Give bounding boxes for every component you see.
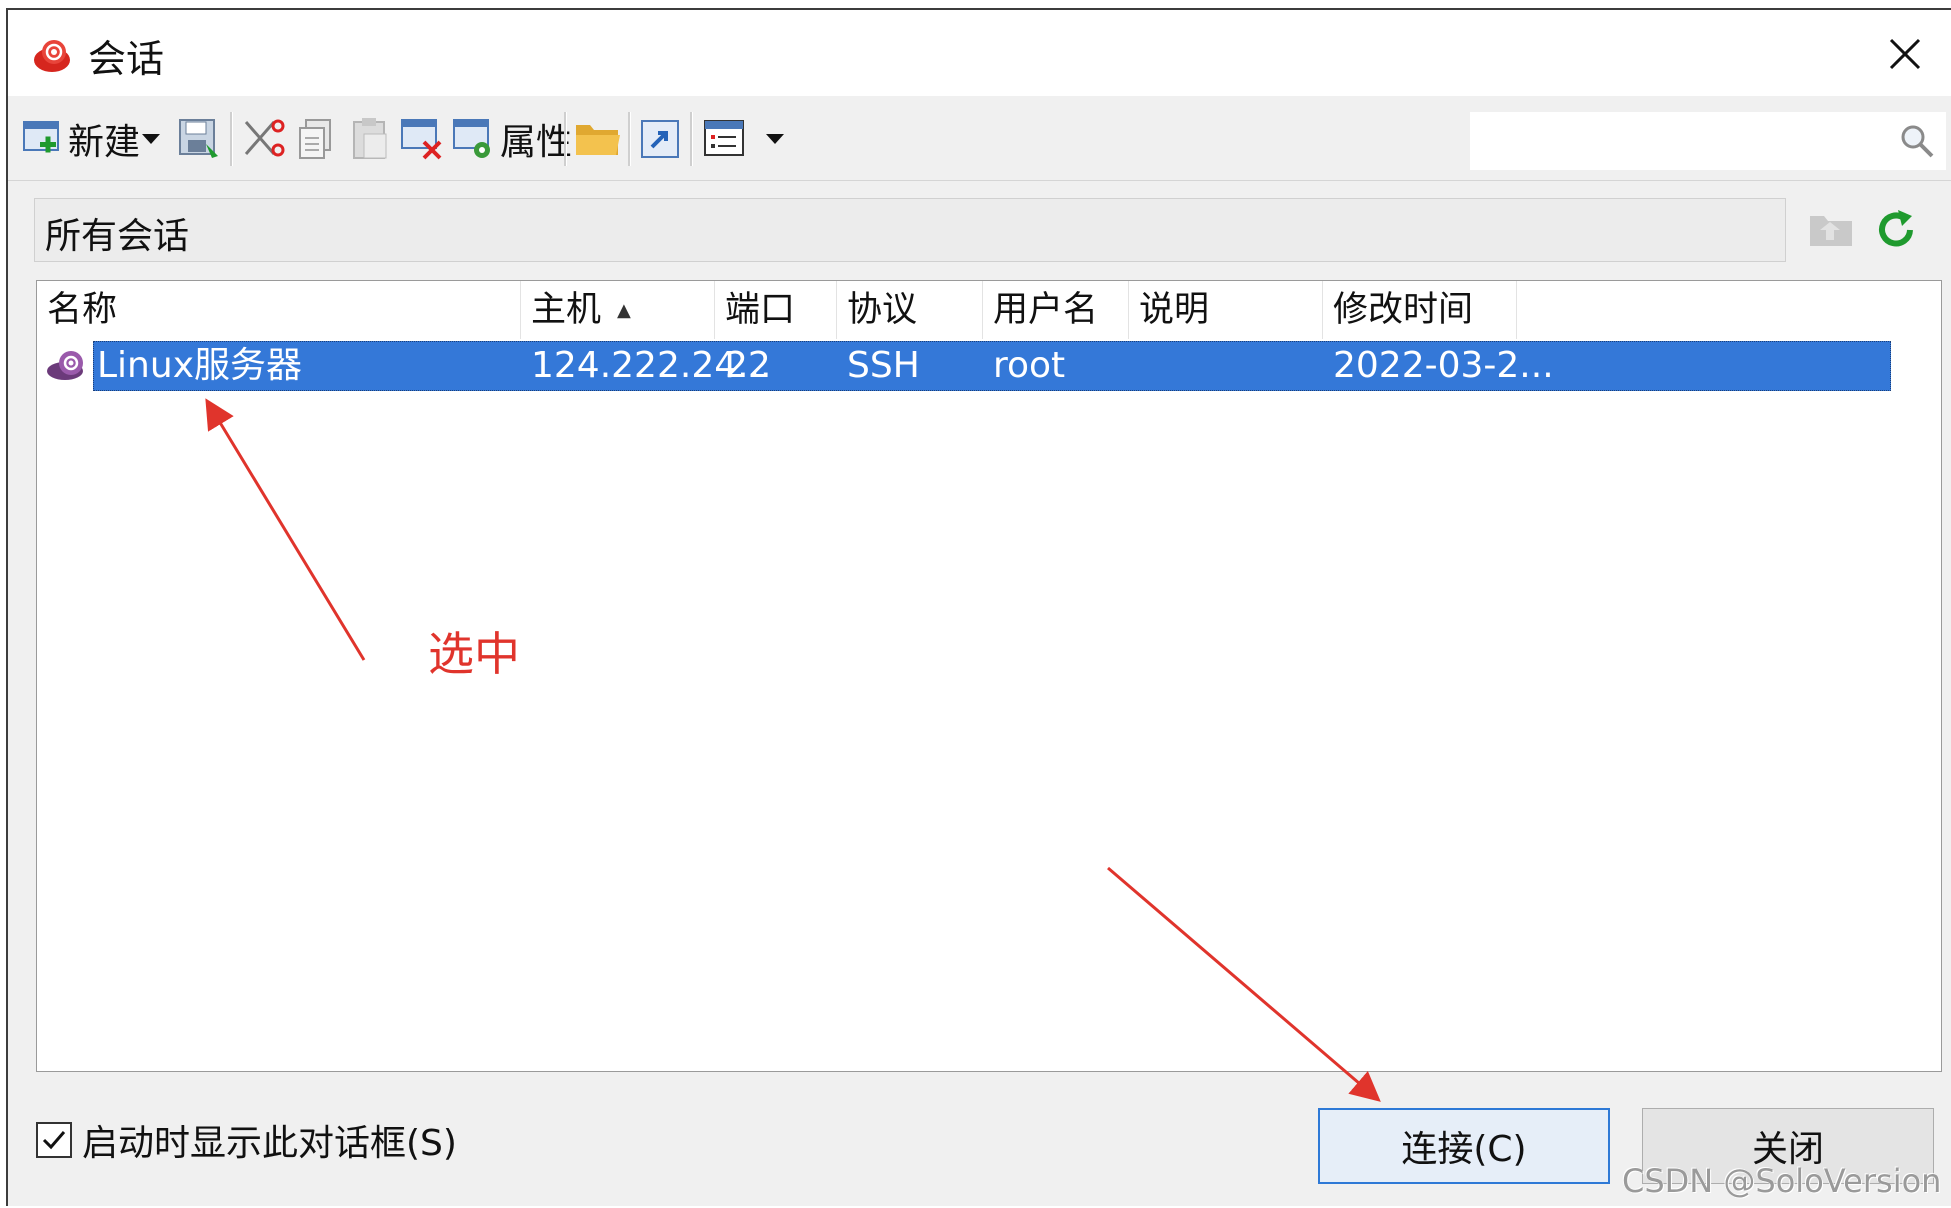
column-header-protocol[interactable]: 协议 — [837, 281, 983, 339]
cut-icon — [244, 119, 285, 157]
snail-logo-icon — [34, 40, 70, 72]
new-dropdown-button[interactable] — [140, 110, 162, 168]
folder-icon — [576, 125, 620, 155]
list-view-icon — [704, 120, 744, 156]
path-text: 所有会话 — [45, 216, 190, 257]
properties-button[interactable]: 属性 — [452, 110, 572, 168]
properties-label: 属性 — [500, 122, 573, 163]
window-title: 会话 — [88, 37, 165, 81]
sort-ascending-icon: ▲ — [617, 300, 631, 321]
shortcut-icon — [641, 120, 679, 158]
session-list[interactable]: 名称 主机 ▲ 端口 协议 用户名 说明 修改时间 Linux服务器 124.22… — [36, 280, 1942, 1072]
watermark: CSDN @SoloVersion — [1622, 1162, 1942, 1200]
column-header-host[interactable]: 主机 ▲ — [521, 281, 715, 339]
show-on-startup-checkbox[interactable]: 启动时显示此对话框(S) — [36, 1114, 457, 1166]
chevron-down-icon — [142, 134, 160, 144]
column-header-username[interactable]: 用户名 — [983, 281, 1129, 339]
paste-icon — [353, 118, 387, 159]
save-button[interactable] — [176, 110, 222, 168]
session-folder-path[interactable]: 所有会话 — [34, 198, 1786, 262]
view-mode-button[interactable] — [702, 110, 748, 168]
chevron-down-icon — [766, 134, 784, 144]
toolbar: 新建 属性 — [8, 98, 1951, 181]
checkmark-icon — [42, 1131, 66, 1150]
checkbox-label: 启动时显示此对话框(S) — [82, 1123, 457, 1164]
cell-port: 22 — [725, 345, 771, 386]
cell-protocol: SSH — [847, 345, 920, 386]
copy-button[interactable] — [296, 110, 340, 168]
folder-up-icon[interactable] — [1808, 206, 1856, 252]
cell-name: Linux服务器 — [97, 345, 302, 386]
table-row[interactable] — [93, 341, 1891, 391]
search-input[interactable] — [1470, 112, 1946, 170]
new-session-button[interactable]: 新建 — [22, 110, 140, 168]
cell-username: root — [993, 345, 1066, 386]
connect-button[interactable]: 连接(C) — [1318, 1108, 1610, 1184]
session-icon — [47, 351, 83, 380]
delete-session-button[interactable] — [400, 110, 446, 168]
delete-session-icon — [401, 119, 442, 160]
annotation-label: 选中 — [428, 627, 520, 681]
copy-icon — [299, 119, 331, 159]
column-header-name[interactable]: 名称 — [37, 281, 521, 339]
checkbox-box[interactable] — [36, 1122, 72, 1158]
save-icon — [179, 119, 218, 158]
close-icon — [1889, 38, 1921, 70]
cell-modified: 2022-03-2... — [1333, 345, 1554, 386]
shortcut-button[interactable] — [638, 110, 682, 168]
open-folder-button[interactable] — [574, 110, 622, 168]
new-session-icon — [23, 121, 59, 153]
search-icon — [1901, 125, 1934, 158]
title-bar: 会话 — [8, 10, 1951, 96]
session-dialog: 会话 新建 属性 所有会话 名称 主机 ▲ 端口 协议 用户名 说明 修改时间 … — [6, 8, 1951, 1206]
column-header-port[interactable]: 端口 — [715, 281, 837, 339]
new-session-label: 新建 — [68, 122, 141, 163]
refresh-icon[interactable] — [1874, 208, 1918, 252]
properties-icon — [453, 119, 490, 158]
view-dropdown-button[interactable] — [764, 110, 786, 168]
cut-button[interactable] — [240, 110, 286, 168]
close-window-button[interactable] — [1875, 24, 1935, 84]
paste-button[interactable] — [348, 110, 392, 168]
column-header-description[interactable]: 说明 — [1129, 281, 1323, 339]
column-header-modified[interactable]: 修改时间 — [1323, 281, 1517, 339]
